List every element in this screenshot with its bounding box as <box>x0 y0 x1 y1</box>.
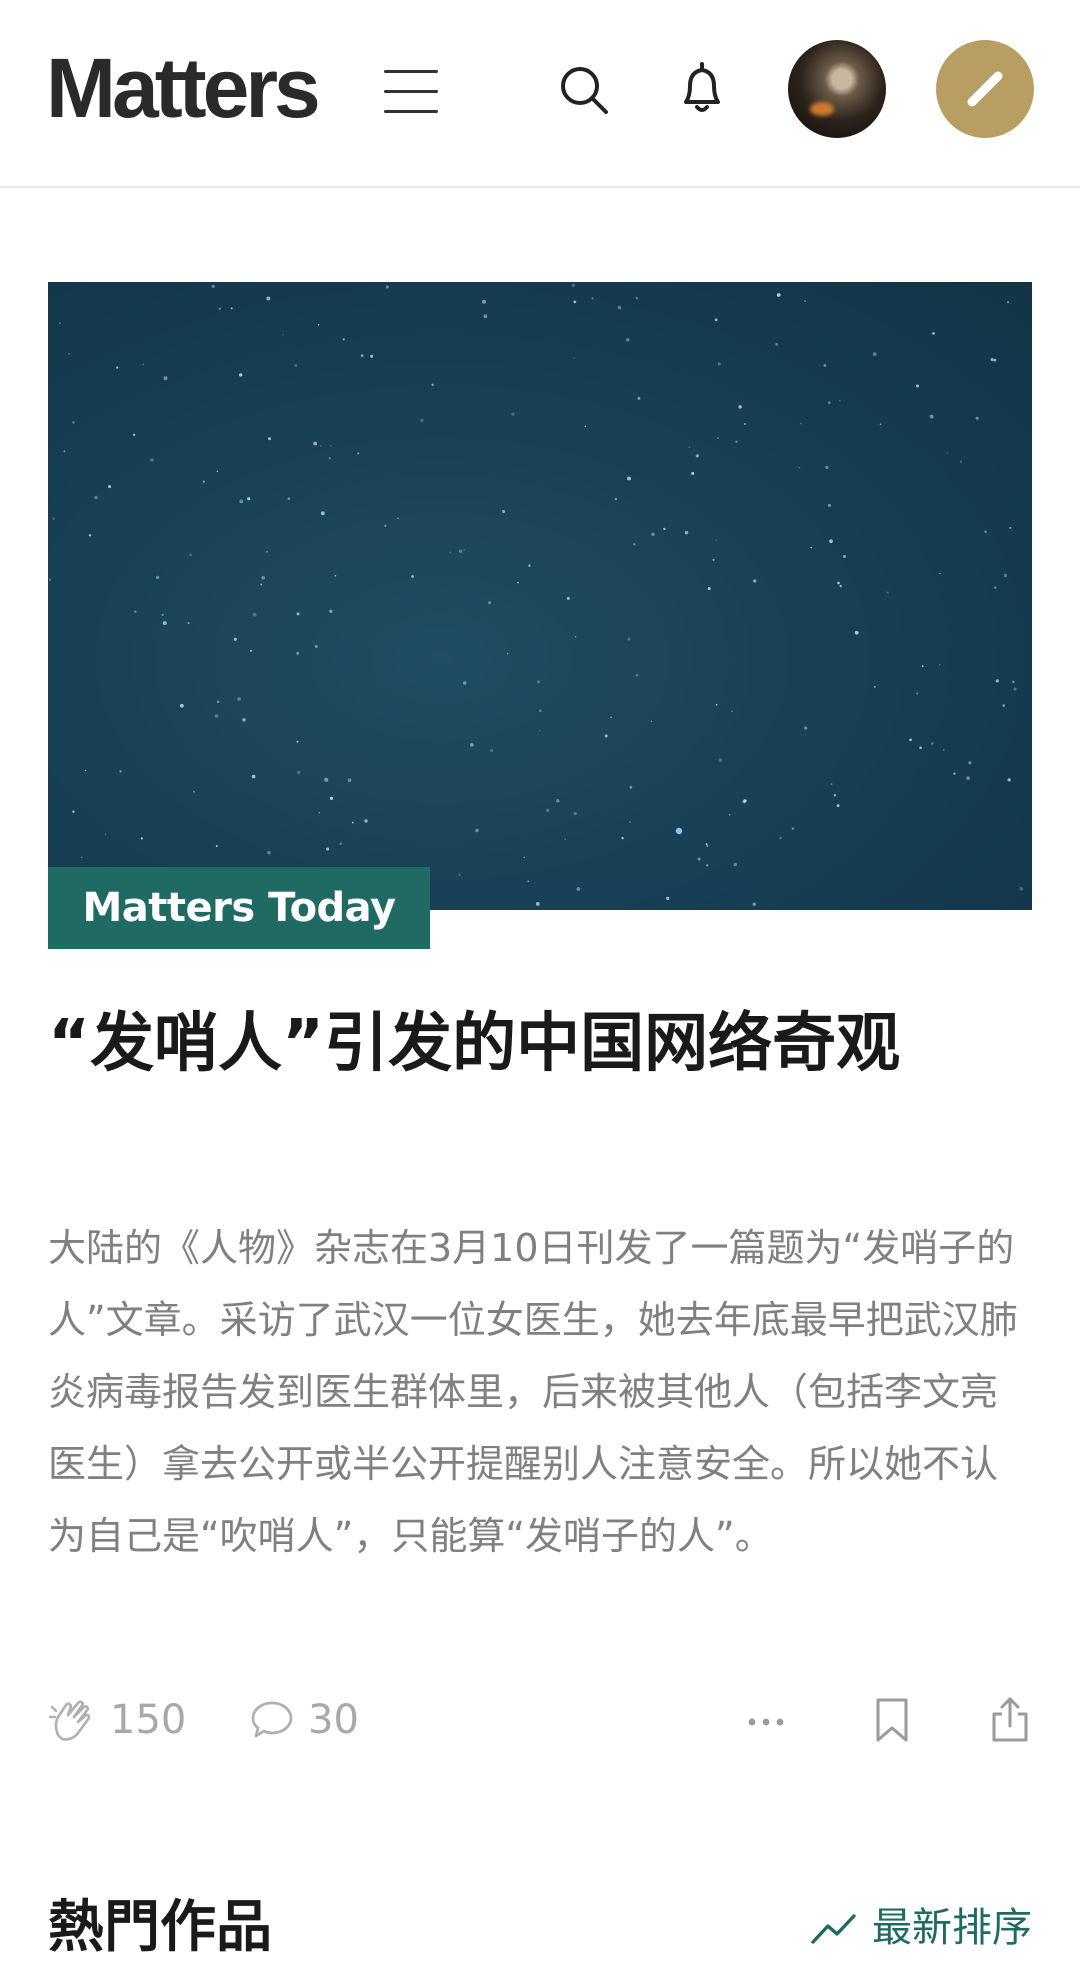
avatar[interactable] <box>788 40 886 138</box>
trending-icon <box>811 1914 856 1944</box>
clap-button[interactable]: 150 <box>48 1680 186 1760</box>
clap-icon <box>48 1700 91 1741</box>
top-header: Matters <box>0 0 1080 188</box>
bell-icon[interactable] <box>668 56 736 124</box>
starfield-image <box>48 283 1024 906</box>
sort-label: 最新排序 <box>872 1905 1032 1951</box>
pencil-icon <box>967 71 1003 107</box>
share-icon <box>992 1697 1028 1742</box>
compose-button[interactable] <box>936 40 1034 138</box>
matters-today-tag[interactable]: Matters Today <box>48 867 430 949</box>
sort-latest-button[interactable]: 最新排序 <box>810 1892 1032 1964</box>
bookmark-icon <box>876 1698 908 1742</box>
article-summary[interactable]: 大陆的《人物》杂志在3月10日刊发了一篇题为“发哨子的人”文章。采访了武汉一位女… <box>48 1212 1018 1572</box>
article-actions: 150 30 <box>48 1680 1032 1760</box>
hot-works-heading: 熱門作品 <box>48 1895 272 1960</box>
clap-count: 150 <box>110 1697 187 1743</box>
bookmark-button[interactable] <box>870 1680 914 1760</box>
more-icon <box>748 1718 784 1726</box>
matters-logo[interactable]: Matters <box>46 44 321 132</box>
comment-button[interactable]: 30 <box>248 1680 359 1760</box>
comment-count: 30 <box>308 1697 359 1743</box>
comment-icon <box>251 1701 293 1738</box>
article-title[interactable]: “发哨人”引发的中国网络奇观 <box>48 990 1032 1098</box>
hero-cover-image[interactable] <box>48 282 1032 910</box>
more-options-button[interactable] <box>744 1680 788 1760</box>
search-icon[interactable] <box>550 56 618 124</box>
menu-icon[interactable] <box>384 70 438 116</box>
share-button[interactable] <box>988 1680 1032 1760</box>
